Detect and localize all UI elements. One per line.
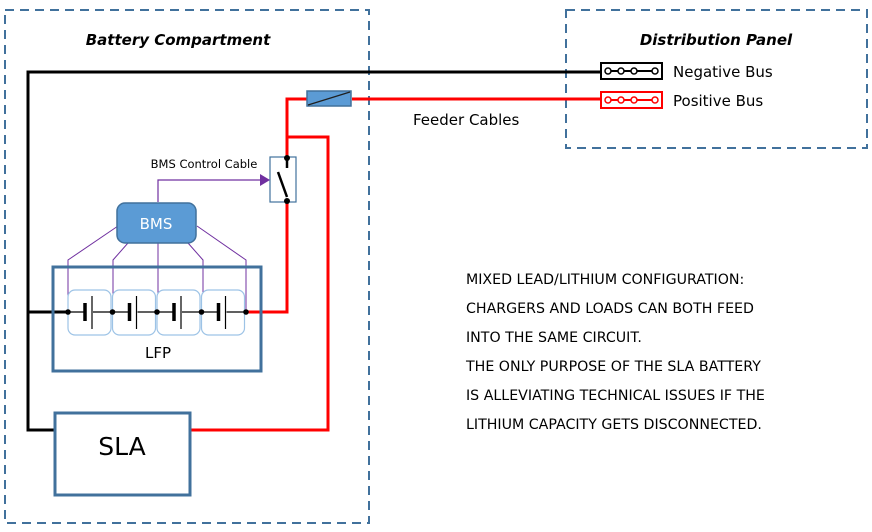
bms-module: BMS [116, 202, 197, 244]
note-line: THE ONLY PURPOSE OF THE SLA BATTERY [466, 359, 761, 375]
bms-control-cable-label: BMS Control Cable [151, 157, 258, 171]
positive-bus-bar [600, 91, 663, 109]
lfp-cells [65, 289, 249, 336]
distribution-panel-title: Distribution Panel [640, 31, 793, 49]
fuse-to-switch-wire [285, 97, 307, 158]
lfp-label: LFP [145, 344, 171, 362]
feeder-cables-label: Feeder Cables [413, 111, 520, 129]
note-paragraph-1: MIXED LEAD/LITHIUM CONFIGURATION: CHARGE… [466, 266, 826, 353]
positive-bus-label: Positive Bus [673, 92, 763, 110]
note-line: IS ALLEVIATING TECHNICAL ISSUES IF THE [466, 388, 765, 404]
terminal-node [154, 309, 160, 315]
note-paragraph-2: THE ONLY PURPOSE OF THE SLA BATTERY IS A… [466, 353, 826, 440]
control-arrowhead-icon [260, 174, 270, 186]
sla-label: SLA [98, 432, 145, 461]
lfp-cell [200, 289, 246, 336]
lfp-cell [67, 289, 113, 336]
terminal-node [109, 309, 116, 315]
note-line: INTO THE SAME CIRCUIT. [466, 330, 642, 346]
fuse-icon [306, 90, 352, 107]
negative-bus-label: Negative Bus [673, 63, 773, 81]
disconnect-switch-icon [269, 155, 297, 204]
bms-label: BMS [140, 215, 173, 233]
lfp-cell [111, 289, 157, 336]
lfp-positive-wire [246, 202, 289, 314]
sla-positive-wire [190, 135, 330, 432]
note-line: LITHIUM CAPACITY GETS DISCONNECTED. [466, 417, 762, 433]
terminal-node [65, 309, 71, 315]
battery-compartment-title: Battery Compartment [86, 31, 271, 49]
terminal-node [243, 309, 249, 315]
terminal-node [198, 309, 205, 315]
negative-bus-bar [600, 62, 663, 80]
note-line: MIXED LEAD/LITHIUM CONFIGURATION: [466, 272, 745, 288]
note-line: CHARGERS AND LOADS CAN BOTH FEED [466, 301, 754, 317]
bms-control-cable [157, 179, 262, 202]
lfp-cell [156, 289, 202, 336]
